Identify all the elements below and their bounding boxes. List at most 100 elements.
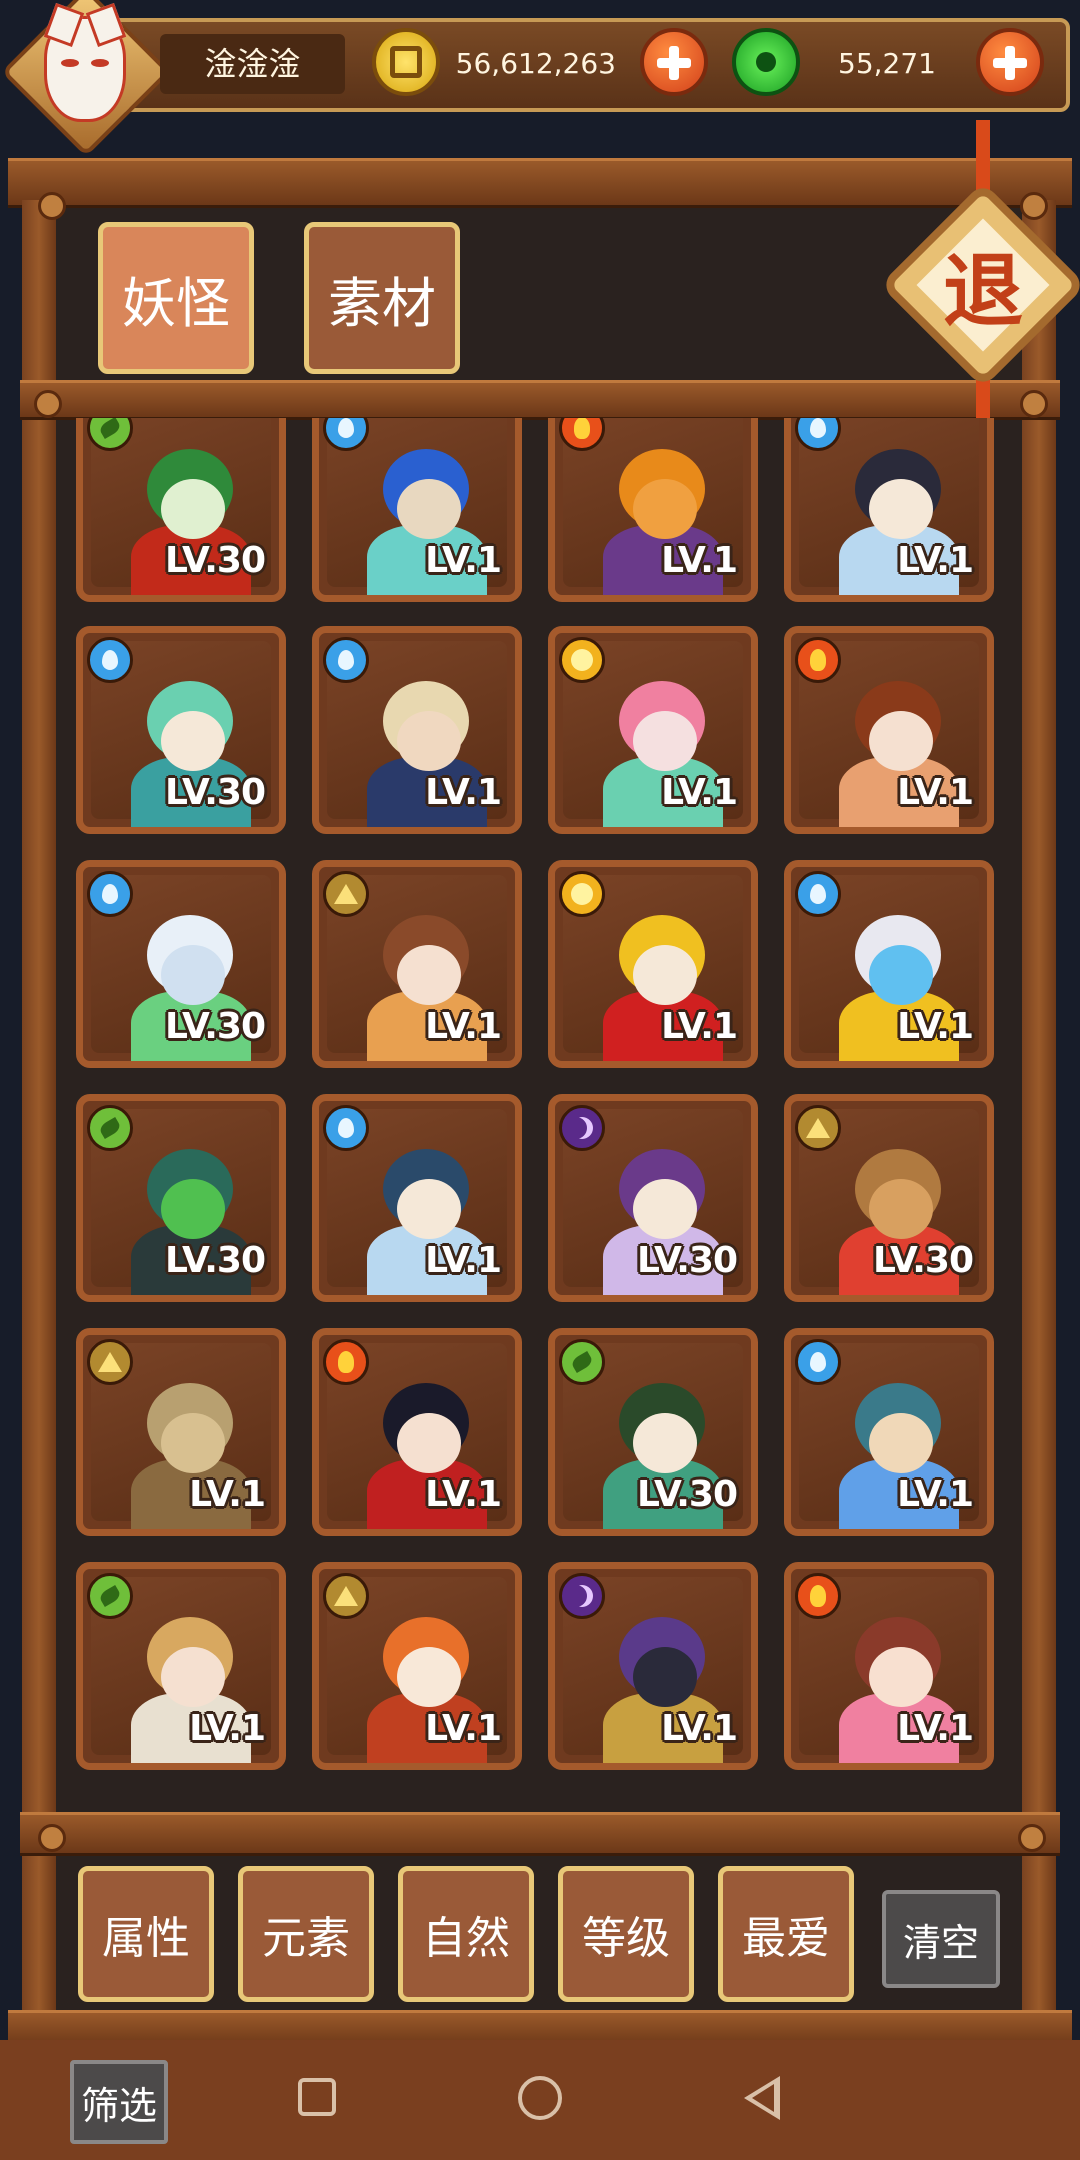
yokai-face: [161, 1179, 225, 1239]
yokai-level: LV.1: [661, 1006, 738, 1047]
yokai-level: LV.1: [189, 1474, 266, 1515]
yokai-face: [397, 1179, 461, 1239]
filter-element-button[interactable]: 元素: [238, 1866, 374, 2002]
yokai-card[interactable]: LV.1: [76, 1328, 286, 1536]
yokai-card[interactable]: LV.30: [548, 1328, 758, 1536]
filter-attribute-button[interactable]: 属性: [78, 1866, 214, 2002]
yokai-level: LV.1: [897, 1474, 974, 1515]
yokai-level: LV.1: [425, 1006, 502, 1047]
yokai-card[interactable]: LV.30: [76, 626, 286, 834]
yokai-card[interactable]: LV.1: [548, 860, 758, 1068]
gold-coin-icon: [372, 28, 440, 96]
yokai-face: [633, 1647, 697, 1707]
yokai-level: LV.30: [637, 1474, 738, 1515]
home-icon[interactable]: [518, 2076, 562, 2120]
yokai-card[interactable]: LV.1: [312, 626, 522, 834]
yokai-level: LV.1: [897, 772, 974, 813]
yokai-face: [397, 1413, 461, 1473]
yokai-card[interactable]: LV.1: [548, 626, 758, 834]
yokai-face: [869, 479, 933, 539]
water-element-icon: [323, 637, 369, 683]
yokai-face: [161, 711, 225, 771]
yokai-face: [397, 479, 461, 539]
screen-filter-button[interactable]: 筛选: [70, 2060, 168, 2144]
moon-element-icon: [559, 1105, 605, 1151]
yokai-card[interactable]: LV.30: [548, 1094, 758, 1302]
yokai-level: LV.1: [425, 772, 502, 813]
player-avatar[interactable]: [1, 0, 171, 157]
mask-eye: [61, 59, 79, 67]
yokai-card[interactable]: LV.1: [312, 1562, 522, 1770]
yokai-card[interactable]: LV.1: [312, 1328, 522, 1536]
yokai-face: [869, 711, 933, 771]
yokai-face: [397, 711, 461, 771]
add-gold-button[interactable]: [640, 28, 708, 96]
yokai-card[interactable]: LV.30: [76, 418, 286, 602]
yokai-card[interactable]: LV.1: [548, 418, 758, 602]
yokai-level: LV.1: [425, 1708, 502, 1749]
yokai-card[interactable]: LV.1: [784, 626, 994, 834]
mask-eye: [91, 59, 109, 67]
yokai-card[interactable]: LV.30: [76, 860, 286, 1068]
yokai-card[interactable]: LV.1: [784, 1328, 994, 1536]
exit-button[interactable]: 退: [888, 120, 1078, 470]
yokai-face: [161, 1647, 225, 1707]
nail: [1018, 1824, 1046, 1852]
water-element-icon: [87, 871, 133, 917]
tab-materials[interactable]: 素材: [304, 222, 460, 374]
add-jade-button[interactable]: [976, 28, 1044, 96]
yokai-face: [869, 1413, 933, 1473]
yokai-card[interactable]: LV.30: [76, 1094, 286, 1302]
jade-amount: 55,271: [838, 47, 936, 80]
yokai-level: LV.1: [425, 540, 502, 581]
shelf-beam: [20, 1812, 1060, 1856]
yokai-face: [161, 945, 225, 1005]
filter-nature-button[interactable]: 自然: [398, 1866, 534, 2002]
yokai-card[interactable]: LV.1: [312, 860, 522, 1068]
yokai-level: LV.30: [873, 1240, 974, 1281]
filter-level-button[interactable]: 等级: [558, 1866, 694, 2002]
yokai-face: [397, 1647, 461, 1707]
yokai-card[interactable]: LV.1: [312, 1094, 522, 1302]
fire-element-icon: [795, 637, 841, 683]
yokai-level: LV.1: [425, 1240, 502, 1281]
yokai-face: [633, 945, 697, 1005]
water-element-icon: [795, 871, 841, 917]
earth-element-icon: [323, 871, 369, 917]
yokai-card[interactable]: LV.30: [784, 1094, 994, 1302]
yokai-level: LV.1: [661, 540, 738, 581]
yokai-level: LV.1: [425, 1474, 502, 1515]
yokai-face: [633, 711, 697, 771]
leaf-element-icon: [87, 1105, 133, 1151]
water-element-icon: [87, 637, 133, 683]
yokai-card[interactable]: LV.1: [784, 860, 994, 1068]
kitsune-mask-icon: [43, 2, 127, 122]
sun-element-icon: [559, 637, 605, 683]
jade-coin-icon: [732, 28, 800, 96]
yokai-card[interactable]: LV.1: [312, 418, 522, 602]
yokai-card[interactable]: LV.1: [784, 418, 994, 602]
recent-apps-icon[interactable]: [298, 2078, 336, 2116]
yokai-level: LV.30: [165, 540, 266, 581]
yokai-face: [869, 1179, 933, 1239]
yokai-card[interactable]: LV.1: [76, 1562, 286, 1770]
left-post: [22, 200, 56, 2040]
clear-filter-button[interactable]: 清空: [882, 1890, 1000, 1988]
yokai-card[interactable]: LV.1: [784, 1562, 994, 1770]
yokai-face: [633, 479, 697, 539]
fire-element-icon: [323, 1339, 369, 1385]
yokai-level: LV.1: [897, 540, 974, 581]
yokai-level: LV.1: [661, 1708, 738, 1749]
back-icon[interactable]: [744, 2076, 780, 2120]
tab-yokai[interactable]: 妖怪: [98, 222, 254, 374]
leaf-element-icon: [87, 1573, 133, 1619]
moon-element-icon: [559, 1573, 605, 1619]
yokai-level: LV.30: [165, 1006, 266, 1047]
yokai-face: [633, 1179, 697, 1239]
yokai-face: [161, 1413, 225, 1473]
filter-favorite-button[interactable]: 最爱: [718, 1866, 854, 2002]
yokai-card[interactable]: LV.1: [548, 1562, 758, 1770]
yokai-level: LV.30: [165, 772, 266, 813]
yokai-face: [397, 945, 461, 1005]
earth-element-icon: [795, 1105, 841, 1151]
